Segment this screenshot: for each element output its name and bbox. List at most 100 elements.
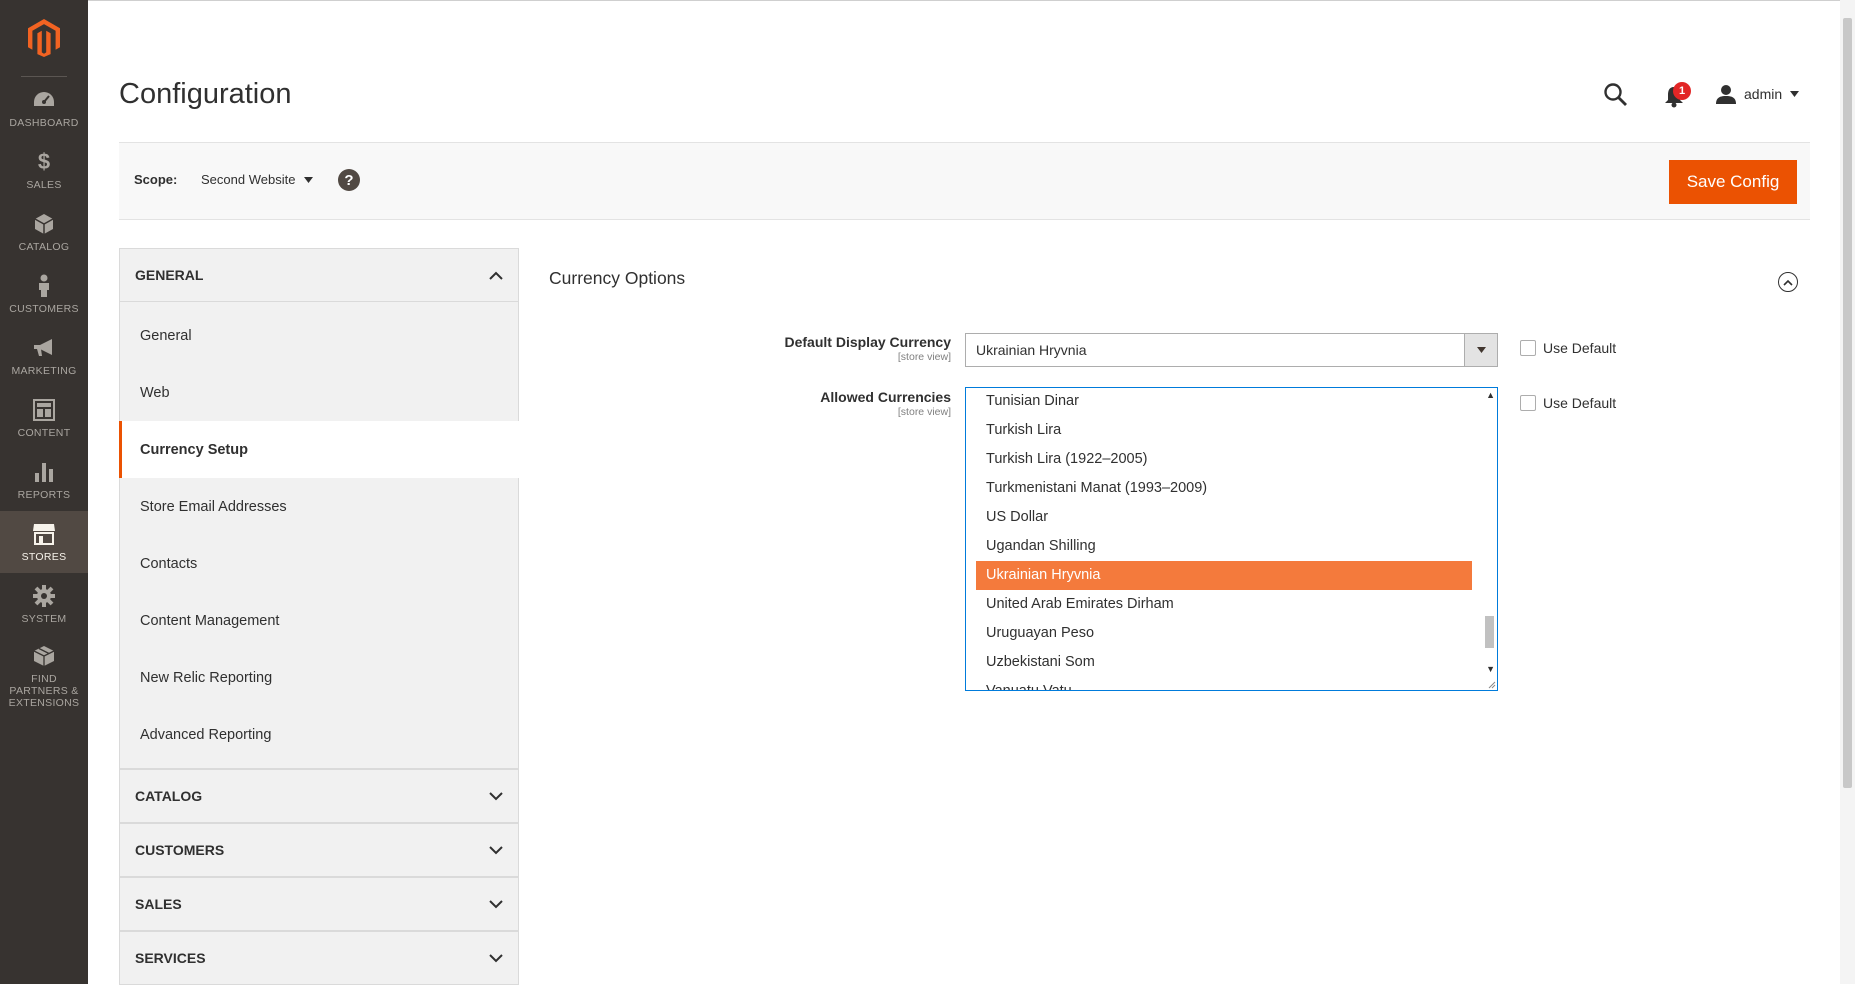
allowed-currencies-label: Allowed Currencies [820,389,951,405]
tab-header-catalog[interactable]: CATALOG [120,769,518,822]
chevron-down-icon [489,953,503,962]
magento-logo[interactable] [0,0,88,76]
nav-dashboard-label: DASHBOARD [9,116,79,129]
tab-header-services[interactable]: SERVICES [120,931,518,984]
default-display-currency-select[interactable]: Ukrainian Hryvnia [965,333,1498,367]
page-scroll-thumb[interactable] [1843,18,1852,788]
currency-option[interactable]: Tunisian Dinar [976,388,1472,416]
currency-option[interactable]: Vanuatu Vatu [976,677,1472,690]
nav-sales[interactable]: $ SALES [0,139,88,201]
tab-header-customers[interactable]: CUSTOMERS [120,823,518,876]
allowed-currencies-use-default-checkbox[interactable] [1520,395,1536,411]
currency-option[interactable]: US Dollar [976,503,1472,532]
nav-dashboard[interactable]: DASHBOARD [0,77,88,139]
nav-stores-label: STORES [21,550,67,563]
scroll-up-arrow-icon[interactable]: ▲ [1486,390,1495,400]
nav-catalog-label: CATALOG [18,240,70,253]
allowed-currencies-use-default[interactable]: Use Default [1520,395,1616,411]
nav-stores[interactable]: STORES [0,511,88,573]
tab-header-sales-title: SALES [135,896,182,912]
allowed-currencies-multiselect[interactable]: Tunisian Dinar Turkish Lira Turkish Lira… [965,387,1498,691]
default-display-use-default-checkbox[interactable] [1520,340,1536,356]
currency-option[interactable]: Turkish Lira [976,416,1472,445]
megaphone-icon [32,336,56,360]
user-icon [1716,85,1736,104]
tab-item-contacts[interactable]: Contacts [120,535,518,592]
caret-down-icon [304,176,314,183]
currency-option[interactable]: Ugandan Shilling [976,532,1472,561]
allowed-currencies-label-group: Allowed Currencies [store view] [651,389,951,418]
tab-section-general: GENERAL General Web Currency Setup Store… [119,248,519,769]
tab-header-customers-title: CUSTOMERS [135,842,225,858]
nav-catalog[interactable]: CATALOG [0,201,88,263]
tab-item-content-management[interactable]: Content Management [120,592,518,649]
section-collapse-toggle[interactable] [1778,272,1798,292]
tab-item-store-email-addresses[interactable]: Store Email Addresses [120,478,518,535]
admin-menu: DASHBOARD $ SALES CATALOG CUSTOMERS MARK… [0,0,88,984]
layout-icon [32,398,56,422]
nav-reports[interactable]: REPORTS [0,449,88,511]
nav-find-partners[interactable]: FIND PARTNERS & EXTENSIONS [0,638,88,714]
select-arrow [1464,334,1497,366]
tab-item-advanced-reporting[interactable]: Advanced Reporting [120,706,518,763]
nav-content[interactable]: CONTENT [0,387,88,449]
nav-customers[interactable]: CUSTOMERS [0,263,88,325]
currency-option[interactable]: United Arab Emirates Dirham [976,590,1472,619]
top-border [88,0,1840,1]
search-icon [1604,83,1627,106]
admin-user-menu[interactable]: admin [1716,82,1800,106]
scope-switcher[interactable]: Second Website [201,172,314,187]
section-title-currency-options[interactable]: Currency Options [549,268,685,289]
default-display-use-default[interactable]: Use Default [1520,340,1616,356]
person-icon [32,274,56,298]
global-search-button[interactable] [1603,82,1633,112]
tab-header-sales[interactable]: SALES [120,877,518,930]
currency-option[interactable]: Turkmenistani Manat (1993–2009) [976,474,1472,503]
allowed-currencies-scope: [store view] [897,406,951,418]
default-display-currency-scope: [store view] [897,351,951,363]
nav-customers-label: CUSTOMERS [9,302,79,315]
nav-find-partners-label: FIND PARTNERS & EXTENSIONS [8,672,80,709]
chevron-down-icon [489,899,503,908]
dashboard-icon [32,88,56,112]
default-display-currency-label: Default Display Currency [784,334,952,350]
nav-system[interactable]: SYSTEM [0,573,88,635]
caret-down-icon [1476,347,1486,353]
chevron-down-icon [489,845,503,854]
currency-option[interactable]: Turkish Lira (1922–2005) [976,445,1472,474]
nav-reports-label: REPORTS [17,488,71,501]
tab-header-general-title: GENERAL [135,267,204,283]
scope-label: Scope: [134,172,178,187]
allowed-currencies-options: Tunisian Dinar Turkish Lira Turkish Lira… [976,388,1472,690]
tab-item-general[interactable]: General [120,307,518,364]
tab-section-services: SERVICES [119,931,519,985]
nav-content-label: CONTENT [17,426,71,439]
store-icon [32,522,56,546]
nav-marketing[interactable]: MARKETING [0,325,88,387]
tab-header-general[interactable]: GENERAL [120,249,518,301]
nav-marketing-label: MARKETING [11,364,77,377]
page-scrollbar[interactable] [1840,0,1855,984]
magento-logo-icon [28,19,60,57]
tab-header-services-title: SERVICES [135,950,206,966]
tab-item-web[interactable]: Web [120,364,518,421]
currency-option[interactable]: Uruguayan Peso [976,619,1472,648]
scope-help-icon[interactable]: ? [338,169,360,191]
resize-handle-icon[interactable] [1488,681,1496,689]
tab-header-catalog-title: CATALOG [135,788,203,804]
tab-items-general: General Web Currency Setup Store Email A… [119,301,519,768]
scroll-down-arrow-icon[interactable]: ▼ [1486,664,1495,674]
save-config-button[interactable]: Save Config [1669,160,1797,204]
cube-icon [32,212,56,236]
currency-option[interactable]: Uzbekistani Som [976,648,1472,677]
boxes-icon [32,644,56,668]
allowed-currencies-scroll-thumb[interactable] [1485,616,1494,648]
chevron-up-icon [489,271,503,280]
page-title: Configuration [119,78,292,110]
config-tabs: GENERAL General Web Currency Setup Store… [119,248,519,985]
currency-option-selected[interactable]: Ukrainian Hryvnia [976,561,1472,590]
tab-item-currency-setup[interactable]: Currency Setup [119,421,519,478]
tab-item-new-relic-reporting[interactable]: New Relic Reporting [120,649,518,706]
tab-section-catalog: CATALOG [119,769,519,823]
notifications-button[interactable]: 1 [1661,82,1691,112]
